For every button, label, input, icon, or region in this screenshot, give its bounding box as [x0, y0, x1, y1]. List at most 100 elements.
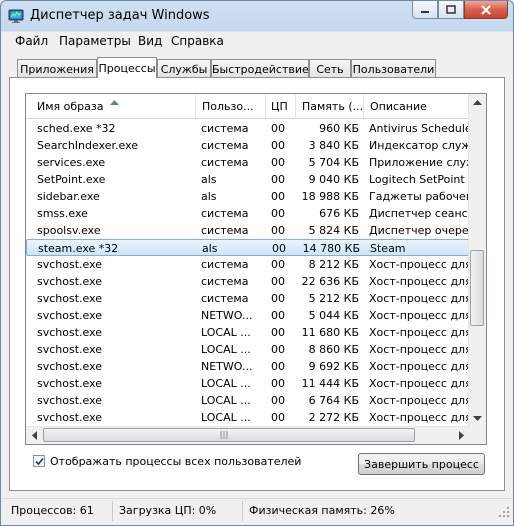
process-memory: 9 040 КБ	[308, 173, 359, 186]
horizontal-scrollbar[interactable]	[26, 426, 470, 444]
tab-performance[interactable]: Быстродействие	[211, 59, 309, 77]
table-row[interactable]: svchost.exe NETWO... 00 5 044 КБ Хост-процес…	[26, 307, 472, 324]
task-manager-window: Диспетчер задач Windows Файл Параметры В…	[0, 0, 514, 526]
menu-help[interactable]: Справка	[171, 34, 224, 48]
close-icon	[481, 4, 491, 15]
tab-networking[interactable]: Сеть	[309, 59, 351, 77]
table-row[interactable]: sidebar.exe als 00 18 988 КБ Гаджеты рабочег…	[26, 188, 472, 205]
resize-grip-icon[interactable]	[499, 507, 510, 521]
process-memory: 11 444 КБ	[301, 377, 359, 390]
process-description: Logitech SetPoint Ev	[369, 173, 472, 186]
table-row[interactable]: svchost.exe LOCAL ... 00 6 764 КБ Хост-проце…	[26, 392, 472, 409]
table-row[interactable]: svchost.exe система 00 22 636 КБ Хост-процес…	[26, 273, 472, 290]
table-row[interactable]: SetPoint.exe als 00 9 040 КБ Logitech SetPoi…	[26, 171, 472, 188]
minimize-icon	[421, 10, 429, 13]
process-memory: 960 КБ	[319, 122, 359, 135]
column-label: Описание	[370, 100, 427, 113]
process-description: Индексатор службы	[369, 139, 472, 152]
table-row[interactable]: sched.exe *32 система 00 960 КБ Antivirus Sc…	[26, 120, 472, 137]
minimize-button[interactable]	[412, 1, 438, 19]
process-description: Гаджеты рабочего	[369, 190, 472, 203]
table-row[interactable]: svchost.exe LOCAL ... 00 8 860 КБ Хост-проце…	[26, 341, 472, 358]
table-row[interactable]: spoolsv.exe система 00 5 824 КБ Диспетчер оч…	[26, 222, 472, 239]
scroll-up-button[interactable]	[469, 94, 486, 111]
table-row[interactable]: services.exe система 00 5 704 КБ Приложение …	[26, 154, 472, 171]
process-memory: 11 680 КБ	[301, 326, 359, 339]
table-row[interactable]: svchost.exe LOCAL ... 00 11 680 КБ Хост-проц…	[26, 324, 472, 341]
menu-bar: Файл Параметры Вид Справка	[2, 32, 512, 51]
vertical-scroll-thumb[interactable]	[470, 250, 484, 326]
process-list[interactable]: Имя образа Пользо... ЦП Память (... Опис…	[25, 93, 487, 445]
process-name: svchost.exe	[37, 377, 103, 390]
horizontal-scroll-thumb[interactable]	[43, 428, 415, 442]
process-user: LOCAL ...	[201, 343, 251, 356]
process-description: Хост-процесс для с	[369, 377, 472, 390]
process-description: Диспетчер сеанса	[369, 207, 472, 220]
process-memory: 3 840 КБ	[308, 139, 359, 152]
process-user: система	[201, 207, 249, 220]
tab-applications[interactable]: Приложения	[17, 59, 97, 77]
process-user: система	[201, 275, 249, 288]
status-divider	[112, 501, 113, 521]
tab-users[interactable]: Пользователи	[351, 59, 436, 77]
process-user: NETWO...	[201, 309, 253, 322]
process-user: система	[201, 224, 249, 237]
arrow-right-icon	[459, 431, 464, 440]
column-header-memory[interactable]: Память (...	[296, 94, 364, 118]
tab-processes[interactable]: Процессы	[97, 57, 157, 78]
process-description: Приложение служб	[369, 156, 472, 169]
process-name: svchost.exe	[37, 360, 103, 373]
column-header-user[interactable]: Пользо...	[196, 94, 266, 118]
table-row[interactable]: svchost.exe NETWO... 00 9 692 КБ Хост-процес…	[26, 358, 472, 375]
scroll-down-button[interactable]	[469, 410, 486, 427]
vertical-scrollbar[interactable]	[468, 94, 486, 427]
process-name: svchost.exe	[37, 326, 103, 339]
table-row[interactable]: svchost.exe система 00 8 212 КБ Хост-процесс…	[26, 256, 472, 273]
process-memory: 14 780 КБ	[302, 242, 360, 255]
tab-services[interactable]: Службы	[157, 59, 211, 77]
maximize-button[interactable]	[438, 1, 464, 19]
process-memory: 22 636 КБ	[301, 275, 359, 288]
process-user: als	[202, 242, 218, 255]
title-bar[interactable]: Диспетчер задач Windows	[1, 1, 513, 31]
scroll-left-button[interactable]	[26, 427, 43, 444]
close-button[interactable]	[464, 1, 508, 19]
show-all-users-label: Отображать процессы всех пользователей	[50, 454, 302, 468]
process-name: spoolsv.exe	[37, 224, 101, 237]
table-row[interactable]: svchost.exe LOCAL ... 00 11 444 КБ Хост-проц…	[26, 375, 472, 392]
column-header-image-name[interactable]: Имя образа	[26, 94, 196, 118]
process-memory: 676 КБ	[319, 207, 359, 220]
process-name: SetPoint.exe	[37, 173, 106, 186]
status-bar: Процессов: 61 Загрузка ЦП: 0% Физическая…	[2, 498, 512, 523]
tab-strip: Приложения Процессы Службы Быстродействи…	[9, 57, 505, 78]
process-memory: 6 764 КБ	[308, 394, 359, 407]
table-row[interactable]: SearchIndexer.exe система 00 3 840 КБ Индекс…	[26, 137, 472, 154]
process-memory: 5 704 КБ	[308, 156, 359, 169]
column-header-description[interactable]: Описание	[364, 94, 472, 118]
window-title: Диспетчер задач Windows	[30, 8, 210, 23]
table-row[interactable]: svchost.exe система 00 5 212 КБ Хост-процесс…	[26, 290, 472, 307]
show-all-users-checkbox[interactable]	[33, 455, 45, 467]
table-row[interactable]: smss.exe система 00 676 КБ Диспетчер сеанса	[26, 205, 472, 222]
menu-view[interactable]: Вид	[138, 34, 162, 48]
process-memory: 9 692 КБ	[308, 360, 359, 373]
table-row-selected[interactable]: steam.exe *32 als 00 14 780 КБ Steam	[26, 239, 470, 256]
show-all-users-option[interactable]: Отображать процессы всех пользователей	[33, 454, 301, 468]
column-header-cpu[interactable]: ЦП	[266, 94, 296, 118]
menu-options[interactable]: Параметры	[59, 34, 131, 48]
end-process-button[interactable]: Завершить процесс	[358, 453, 485, 475]
status-process-count: Процессов: 61	[11, 504, 94, 517]
menu-file[interactable]: Файл	[15, 34, 48, 48]
process-user: система	[201, 139, 249, 152]
process-description: Хост-процесс для с	[369, 309, 472, 322]
process-memory: 5 044 КБ	[308, 309, 359, 322]
checkmark-icon	[35, 457, 44, 466]
caption-buttons	[412, 1, 508, 21]
process-user: NETWO...	[201, 360, 253, 373]
scroll-right-button[interactable]	[453, 427, 470, 444]
table-row[interactable]: svchost.exe LOCAL ... 00 2 272 КБ Хост-проце…	[26, 409, 472, 426]
process-name: svchost.exe	[37, 292, 103, 305]
process-name: sched.exe *32	[37, 122, 116, 135]
process-description: Хост-процесс для с	[369, 411, 472, 424]
process-memory: 8 860 КБ	[308, 343, 359, 356]
